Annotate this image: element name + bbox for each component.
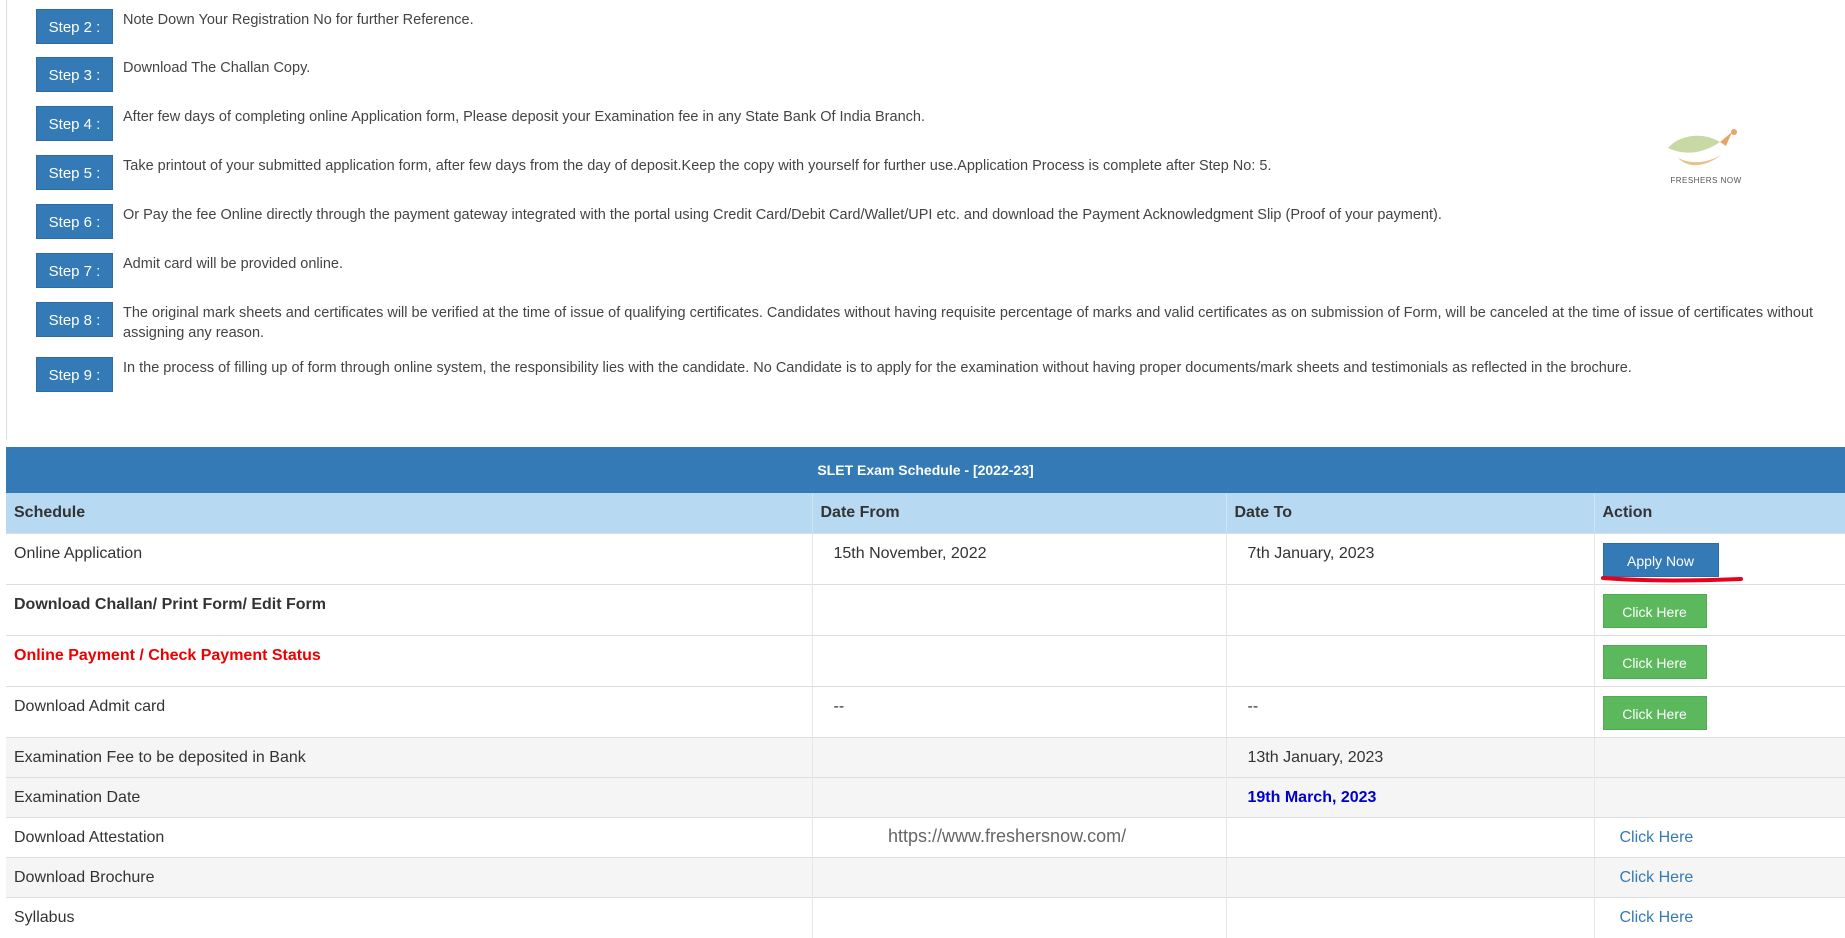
table-row: Online Application 15th November, 2022 7… bbox=[6, 533, 1845, 585]
step-text: Take printout of your submitted applicat… bbox=[123, 158, 1272, 174]
table-row: Download Admit card -- -- Click Here bbox=[6, 686, 1845, 738]
step-text: Download The Challan Copy. bbox=[123, 60, 311, 76]
date-to-cell: 19th March, 2023 bbox=[1226, 777, 1595, 818]
logo-text: FRESHERS NOW bbox=[1670, 176, 1742, 185]
date-to-cell: 7th January, 2023 bbox=[1226, 533, 1595, 585]
column-header-date-from: Date From bbox=[812, 493, 1227, 534]
table-caption: SLET Exam Schedule - [2022-23] bbox=[6, 447, 1845, 493]
schedule-cell: Online Payment / Check Payment Status bbox=[6, 635, 813, 687]
table-row: Online Payment / Check Payment Status Cl… bbox=[6, 635, 1845, 687]
download-challan-click-here-button[interactable]: Click Here bbox=[1602, 594, 1707, 628]
table-row: Syllabus Click Here bbox=[6, 897, 1845, 938]
apply-now-button[interactable]: Apply Now bbox=[1602, 543, 1719, 577]
date-from-cell: -- bbox=[812, 686, 1227, 738]
step-text: Note Down Your Registration No for furth… bbox=[123, 12, 474, 28]
date-to-cell: 13th January, 2023 bbox=[1226, 737, 1595, 778]
schedule-cell: Syllabus bbox=[6, 897, 813, 938]
step-text: The original mark sheets and certificate… bbox=[123, 305, 1814, 341]
table-row: Download Challan/ Print Form/ Edit Form … bbox=[6, 584, 1845, 636]
date-from-cell bbox=[812, 584, 1227, 636]
action-cell: Click Here bbox=[1594, 897, 1845, 938]
exam-schedule-table: SLET Exam Schedule - [2022-23] Schedule … bbox=[6, 447, 1845, 938]
schedule-cell: Examination Fee to be deposited in Bank bbox=[6, 737, 813, 778]
action-cell bbox=[1594, 777, 1845, 818]
date-from-cell bbox=[812, 635, 1227, 687]
date-from-cell bbox=[812, 857, 1227, 898]
action-cell: Click Here bbox=[1594, 584, 1845, 636]
table-row: Download Brochure Click Here bbox=[6, 857, 1845, 898]
date-from-cell bbox=[812, 737, 1227, 778]
freshersnow-logo: FRESHERS NOW bbox=[1660, 128, 1752, 188]
schedule-cell: Download Admit card bbox=[6, 686, 813, 738]
step-badge: Step 5 : bbox=[36, 155, 113, 190]
schedule-cell: Download Challan/ Print Form/ Edit Form bbox=[6, 584, 813, 636]
date-to-cell bbox=[1226, 857, 1595, 898]
column-header-action: Action bbox=[1594, 493, 1845, 534]
date-from-cell bbox=[812, 897, 1227, 938]
column-header-date-to: Date To bbox=[1226, 493, 1595, 534]
step-badge: Step 8 : bbox=[36, 302, 113, 337]
admit-card-click-here-button[interactable]: Click Here bbox=[1602, 696, 1707, 730]
attestation-click-here-link[interactable]: Click Here bbox=[1603, 829, 1694, 847]
table-row: Examination Fee to be deposited in Bank … bbox=[6, 737, 1845, 778]
schedule-cell: Download Brochure bbox=[6, 857, 813, 898]
step-text: Admit card will be provided online. bbox=[123, 256, 344, 272]
action-cell: Click Here bbox=[1594, 817, 1845, 858]
red-underline-annotation bbox=[1601, 576, 1743, 583]
date-to-cell bbox=[1226, 897, 1595, 938]
action-cell bbox=[1594, 737, 1845, 778]
watermark-url: https://www.freshersnow.com/ bbox=[888, 826, 1127, 846]
step-badge: Step 9 : bbox=[36, 357, 113, 392]
action-cell: Click Here bbox=[1594, 635, 1845, 687]
column-header-schedule: Schedule bbox=[6, 493, 813, 534]
date-from-cell bbox=[812, 777, 1227, 818]
steps-list: Step 2 : Note Down Your Registration No … bbox=[0, 0, 1845, 440]
step-text: In the process of filling up of form thr… bbox=[123, 360, 1632, 376]
table-row: Examination Date 19th March, 2023 bbox=[6, 777, 1845, 818]
date-from-cell: 15th November, 2022 bbox=[812, 533, 1227, 585]
brochure-click-here-link[interactable]: Click Here bbox=[1603, 869, 1694, 887]
schedule-cell: Online Application bbox=[6, 533, 813, 585]
step-text: Or Pay the fee Online directly through t… bbox=[123, 207, 1442, 223]
date-to-cell bbox=[1226, 584, 1595, 636]
date-to-cell bbox=[1226, 635, 1595, 687]
schedule-cell: Download Attestation bbox=[6, 817, 813, 858]
step-badge: Step 7 : bbox=[36, 253, 113, 288]
schedule-table: Schedule Date From Date To Action Online… bbox=[6, 493, 1845, 938]
table-header-row: Schedule Date From Date To Action bbox=[6, 493, 1845, 534]
leaf-logo-icon bbox=[1668, 129, 1737, 166]
date-to-cell bbox=[1226, 817, 1595, 858]
step-text: After few days of completing online Appl… bbox=[123, 109, 925, 125]
step-badge: Step 3 : bbox=[36, 57, 113, 92]
step-badge: Step 6 : bbox=[36, 204, 113, 239]
step-badge: Step 2 : bbox=[36, 9, 113, 44]
date-to-cell: -- bbox=[1226, 686, 1595, 738]
online-payment-click-here-button[interactable]: Click Here bbox=[1602, 645, 1707, 679]
action-cell: Click Here bbox=[1594, 686, 1845, 738]
step-badge: Step 4 : bbox=[36, 106, 113, 141]
syllabus-click-here-link[interactable]: Click Here bbox=[1603, 909, 1694, 927]
action-cell: Click Here bbox=[1594, 857, 1845, 898]
schedule-cell: Examination Date bbox=[6, 777, 813, 818]
